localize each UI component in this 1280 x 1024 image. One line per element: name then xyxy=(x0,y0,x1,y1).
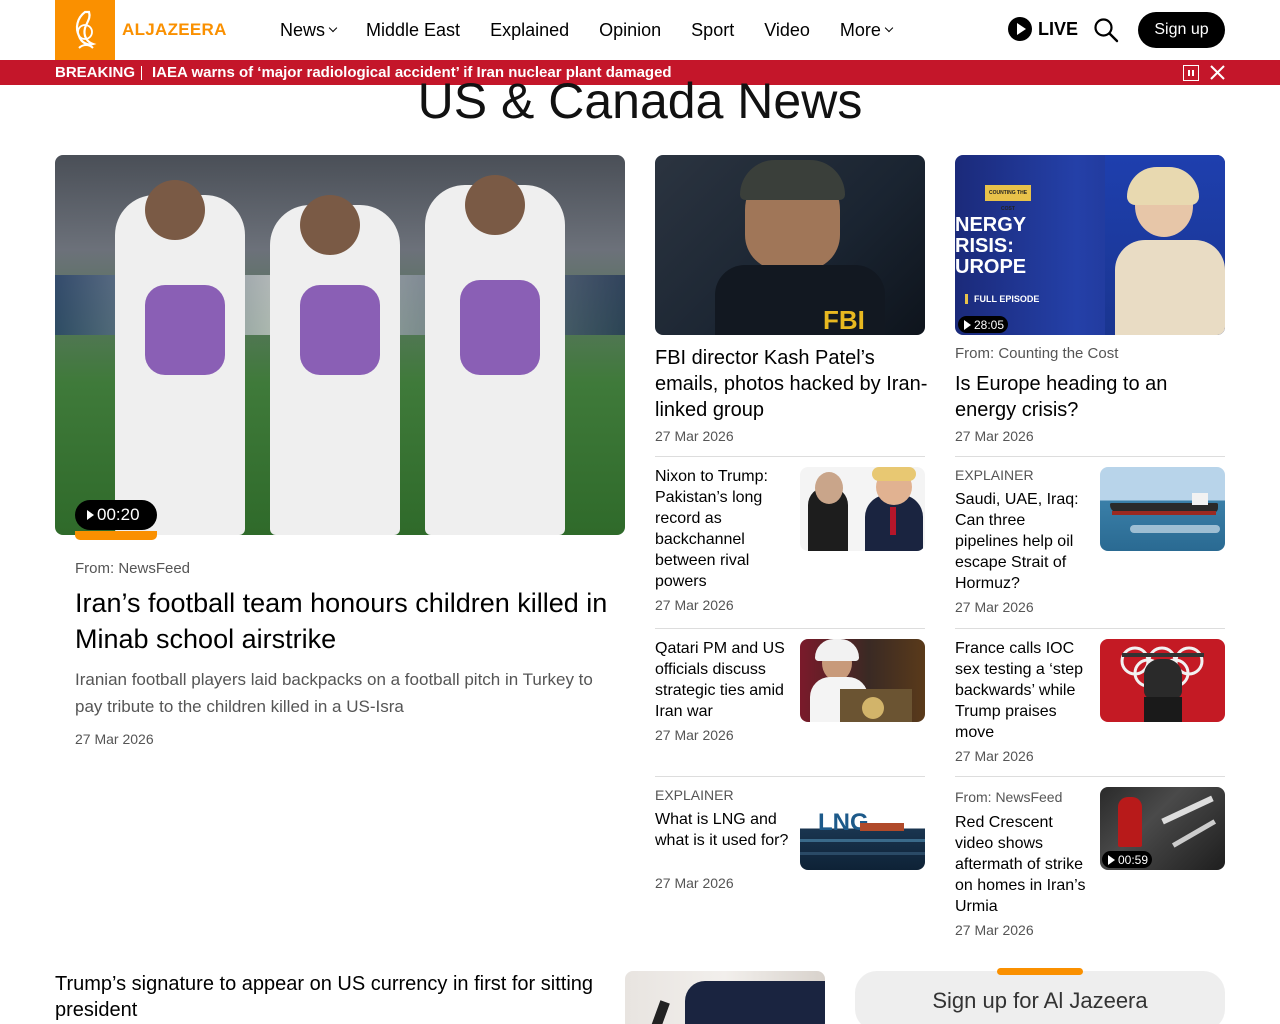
mid-list-date: 27 Mar 2026 xyxy=(655,597,734,613)
right-list-source[interactable]: From: NewsFeed xyxy=(955,789,1062,805)
mid-list-thumbnail[interactable] xyxy=(800,639,925,722)
mid-list-thumbnail[interactable] xyxy=(800,467,925,551)
nav-middle-east[interactable]: Middle East xyxy=(366,20,460,41)
video-duration-badge[interactable]: 28:05 xyxy=(958,316,1008,333)
mid-list-kicker: EXPLAINER xyxy=(655,787,734,803)
lead-date: 27 Mar 2026 xyxy=(75,731,154,747)
lead-source[interactable]: From: NewsFeed xyxy=(75,560,190,577)
right-list-date: 27 Mar 2026 xyxy=(955,922,1034,938)
lead-summary: Iranian football players laid backpacks … xyxy=(75,670,593,716)
logo[interactable] xyxy=(55,0,115,60)
nav-more-label: More xyxy=(839,19,881,40)
right-list-thumbnail[interactable] xyxy=(1100,467,1225,551)
search-icon[interactable] xyxy=(1093,17,1119,43)
divider xyxy=(955,628,1225,629)
image-text-line: NERGY xyxy=(955,214,1027,236)
duration-label: 00:59 xyxy=(1118,852,1149,867)
bottom-headline[interactable]: Trump’s signature to appear on US curren… xyxy=(55,971,615,1023)
nav-middle-east-label: Middle East xyxy=(366,19,461,40)
image-text-line: RISIS: xyxy=(955,235,1014,257)
play-icon xyxy=(1008,17,1032,41)
nav-opinion-label: Opinion xyxy=(599,19,662,40)
mid-list-thumbnail[interactable]: LNG xyxy=(800,787,925,870)
mid-feature-date: 27 Mar 2026 xyxy=(655,428,734,444)
nav-explained[interactable]: Explained xyxy=(490,20,569,41)
video-duration-badge[interactable]: 00:59 xyxy=(1102,851,1152,868)
right-feature-date: 27 Mar 2026 xyxy=(955,428,1034,444)
mid-feature-headline[interactable]: FBI director Kash Patel’s emails, photos… xyxy=(655,345,930,423)
lead-headline[interactable]: Iran’s football team honours children ki… xyxy=(75,585,615,657)
right-list-date: 27 Mar 2026 xyxy=(955,599,1034,615)
mid-list-headline[interactable]: Qatari PM and US officials discuss strat… xyxy=(655,638,795,722)
right-list-date: 27 Mar 2026 xyxy=(955,748,1034,764)
video-duration-badge[interactable]: 00:20 xyxy=(75,500,157,530)
nav-more[interactable]: More xyxy=(839,19,894,41)
right-list-kicker: EXPLAINER xyxy=(955,467,1034,483)
right-feature-image[interactable]: COUNTING THE COST NERGY RISIS: UROPE FUL… xyxy=(955,155,1225,335)
mid-feature-image[interactable]: FBI xyxy=(655,155,925,335)
counting-the-cost-badge: COUNTING THE COST xyxy=(985,185,1031,212)
nav-sport-label: Sport xyxy=(691,19,735,40)
divider xyxy=(655,628,925,629)
nav-news[interactable]: News xyxy=(280,19,338,41)
image-text-line: UROPE xyxy=(955,256,1027,278)
live-label: LIVE xyxy=(1038,18,1079,39)
divider xyxy=(655,776,925,777)
full-episode-label: FULL EPISODE xyxy=(965,294,1039,304)
chevron-down-icon xyxy=(328,23,338,33)
site-header: ALJAZEERA News Middle East Explained Opi… xyxy=(0,0,1280,60)
mid-list-headline[interactable]: Nixon to Trump: Pakistan’s long record a… xyxy=(655,466,790,592)
signup-accent-bar xyxy=(997,968,1083,975)
sign-up-button[interactable]: Sign up xyxy=(1138,12,1225,48)
right-list-headline[interactable]: France calls IOC sex testing a ‘step bac… xyxy=(955,638,1095,743)
mid-list-date: 27 Mar 2026 xyxy=(655,727,734,743)
divider xyxy=(955,456,1225,457)
energy-text: NERGY RISIS: UROPE xyxy=(955,215,1026,278)
right-list-headline[interactable]: Saudi, UAE, Iraq: Can three pipelines he… xyxy=(955,489,1090,594)
page-title: US & Canada News xyxy=(417,73,863,129)
bottom-story-image[interactable] xyxy=(625,971,825,1024)
main-nav: News Middle East Explained Opinion Sport… xyxy=(280,0,922,60)
logo-text[interactable]: ALJAZEERA xyxy=(122,20,227,40)
nav-news-label: News xyxy=(280,19,326,40)
divider xyxy=(655,456,925,457)
nav-explained-label: Explained xyxy=(490,19,570,40)
mid-list-date: 27 Mar 2026 xyxy=(655,875,734,891)
aljazeera-logo-icon xyxy=(75,10,97,49)
right-feature-headline[interactable]: Is Europe heading to an energy crisis? xyxy=(955,371,1215,423)
lead-accent-bar xyxy=(75,531,157,540)
duration-label: 28:05 xyxy=(974,317,1005,332)
nav-opinion[interactable]: Opinion xyxy=(599,20,661,41)
nav-video[interactable]: Video xyxy=(764,20,810,41)
right-feature-source[interactable]: From: Counting the Cost xyxy=(955,345,1118,362)
fbi-text: FBI xyxy=(823,305,865,335)
duration-label: 00:20 xyxy=(97,505,140,524)
right-list-thumbnail[interactable] xyxy=(1100,639,1225,722)
play-icon xyxy=(1108,854,1115,865)
nav-video-label: Video xyxy=(764,19,810,40)
chevron-down-icon xyxy=(884,23,894,33)
play-icon xyxy=(964,319,971,330)
lead-story-image[interactable] xyxy=(55,155,625,535)
right-list-headline[interactable]: Red Crescent video shows aftermath of st… xyxy=(955,812,1095,917)
divider xyxy=(955,776,1225,777)
mid-list-headline[interactable]: What is LNG and what is it used for? xyxy=(655,809,795,851)
newsletter-signup-title: Sign up for Al Jazeera xyxy=(932,988,1148,1013)
nav-sport[interactable]: Sport xyxy=(691,20,734,41)
play-icon xyxy=(87,510,94,520)
live-button[interactable]: LIVE xyxy=(1008,17,1078,41)
